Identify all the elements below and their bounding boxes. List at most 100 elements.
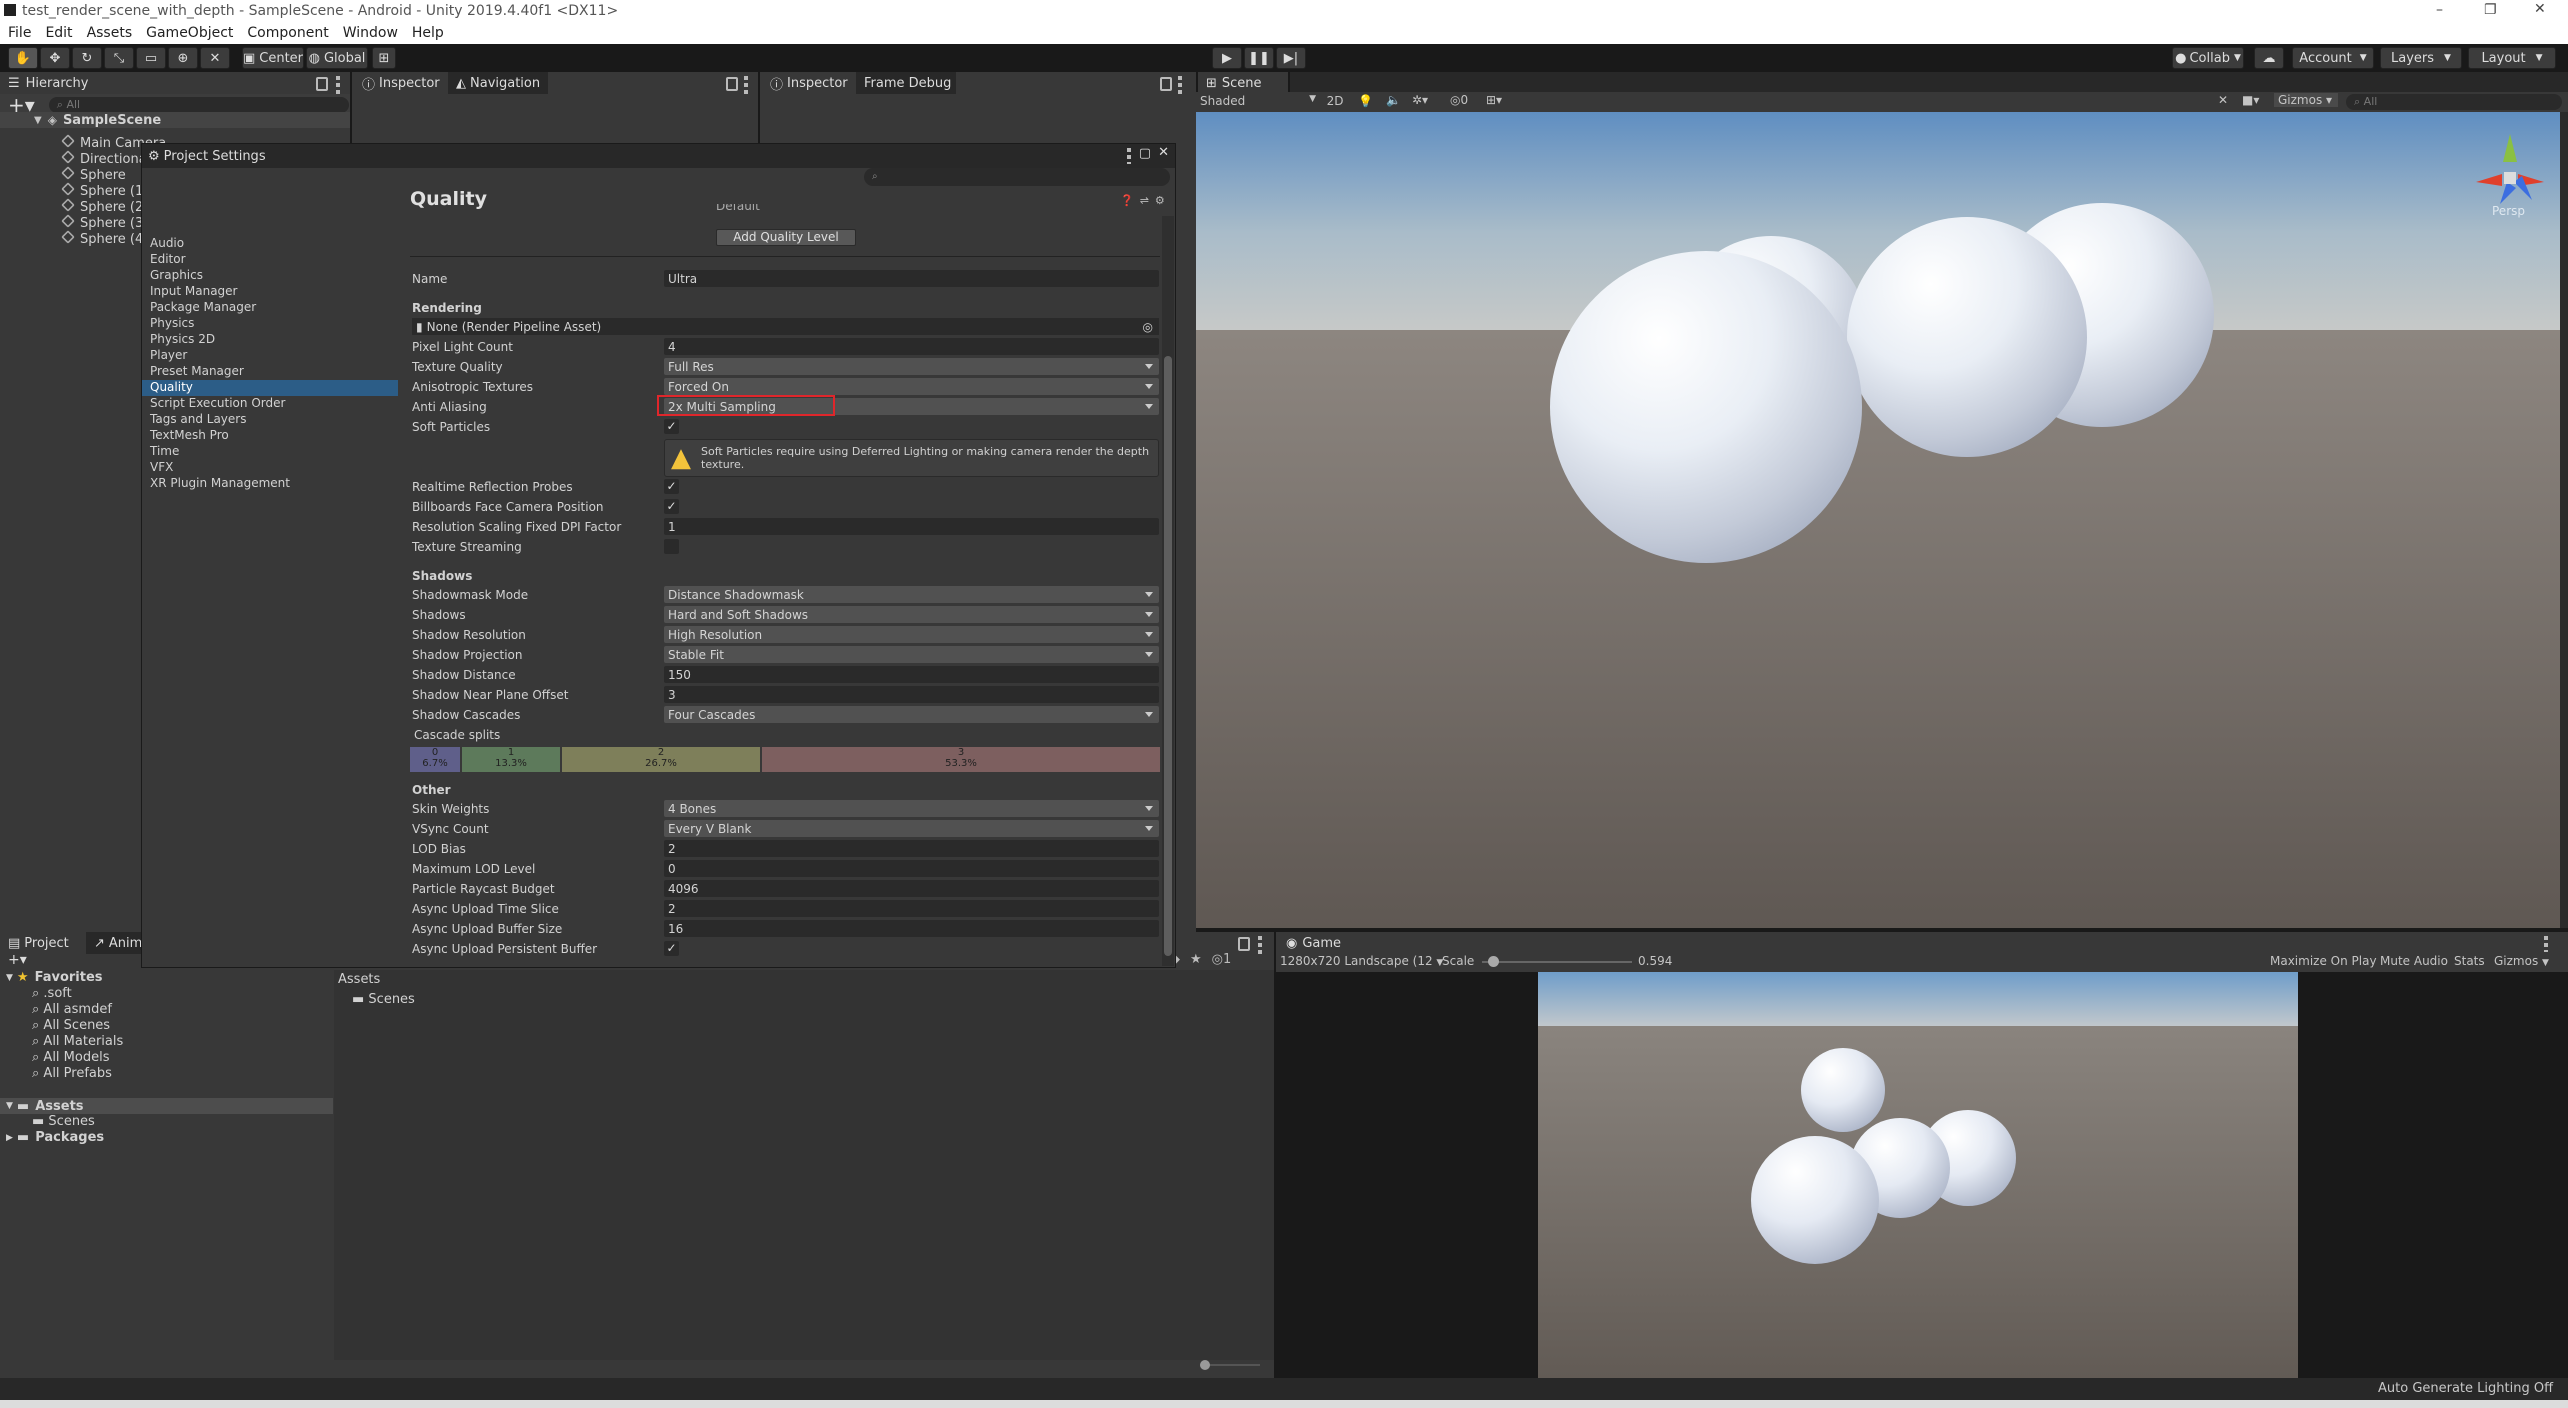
- settings-search-input[interactable]: ⌕: [864, 168, 1170, 186]
- async-upload-buffer-size-field[interactable]: 16: [664, 920, 1159, 937]
- texture-quality-dropdown[interactable]: Full Res: [664, 358, 1159, 375]
- icon-size-slider[interactable]: [1200, 1360, 1260, 1370]
- tab-inspector-right[interactable]: ⓘ Inspector: [762, 72, 852, 94]
- name-field[interactable]: Ultra: [664, 270, 1159, 287]
- scale-tool-button[interactable]: ⤡: [104, 47, 134, 69]
- camera-icon[interactable]: ■▾: [2242, 93, 2259, 107]
- category-audio[interactable]: Audio: [142, 236, 398, 252]
- favorites-header[interactable]: ▼ ★ Favorites: [6, 970, 103, 985]
- category-input-manager[interactable]: Input Manager: [142, 284, 398, 300]
- menu-window[interactable]: Window: [343, 25, 398, 41]
- pause-button[interactable]: ❚❚: [1244, 47, 1274, 69]
- add-asset-button[interactable]: +▾: [8, 952, 27, 968]
- tab-frame-debug[interactable]: Frame Debug: [856, 72, 956, 94]
- tree-folder-scenes[interactable]: ▬ Scenes: [32, 1114, 95, 1129]
- scene-scrollbar[interactable]: [2560, 112, 2568, 928]
- scene-viewport[interactable]: [1196, 112, 2560, 928]
- object-picker-icon[interactable]: ◎: [1143, 320, 1153, 334]
- assets-tree-header[interactable]: ▼ ▬ Assets: [0, 1098, 333, 1114]
- gizmos-dropdown[interactable]: Gizmos ▾: [2274, 93, 2338, 107]
- render-pipeline-field[interactable]: ▮ None (Render Pipeline Asset) ◎: [412, 318, 1159, 335]
- maximize-button[interactable]: ❐: [2484, 2, 2497, 18]
- gear-icon[interactable]: ⚙: [1155, 194, 1165, 207]
- shading-mode-dropdown[interactable]: Shaded ▼: [1200, 94, 1316, 110]
- pivot-center-button[interactable]: ▣ Center: [242, 47, 304, 69]
- hierarchy-item-sphere-3[interactable]: Sphere (3): [61, 208, 148, 231]
- hierarchy-item-sphere-2[interactable]: Sphere (2): [61, 192, 148, 215]
- shadows-dropdown[interactable]: Hard and Soft Shadows: [664, 606, 1159, 623]
- add-quality-level-button[interactable]: Add Quality Level: [716, 229, 856, 246]
- scale-slider[interactable]: [1482, 956, 1632, 967]
- shadow-resolution-dropdown[interactable]: High Resolution: [664, 626, 1159, 643]
- cascade-split-1[interactable]: 1 13.3%: [462, 747, 560, 772]
- slider-thumb[interactable]: [1200, 1360, 1210, 1370]
- effects-icon[interactable]: ✲▾: [1412, 93, 1428, 107]
- hierarchy-search-input[interactable]: ⌕ All: [48, 97, 349, 113]
- particle-raycast-budget-field[interactable]: 4096: [664, 880, 1159, 897]
- lock-icon[interactable]: [316, 77, 328, 91]
- snap-button[interactable]: ⊞: [372, 47, 396, 69]
- project-breadcrumb[interactable]: Assets: [338, 972, 380, 987]
- vsync-count-dropdown[interactable]: Every V Blank: [664, 820, 1159, 837]
- more-options-icon[interactable]: [1127, 148, 1131, 164]
- preset-icon[interactable]: ⇌: [1140, 194, 1149, 207]
- lock-icon[interactable]: [1160, 77, 1172, 91]
- play-button[interactable]: ▶: [1212, 47, 1242, 69]
- menu-help[interactable]: Help: [412, 25, 444, 41]
- pixel-light-count-field[interactable]: 4: [664, 338, 1159, 355]
- category-physics-2d[interactable]: Physics 2D: [142, 332, 398, 348]
- settings-scrollbar[interactable]: [1162, 216, 1174, 966]
- slider-thumb[interactable]: [1487, 956, 1499, 967]
- custom-tool-button[interactable]: ✕: [200, 47, 230, 69]
- expand-arrow-icon[interactable]: ▼: [34, 115, 42, 126]
- favorite-item[interactable]: ⌕ All Materials: [32, 1034, 123, 1049]
- space-global-button[interactable]: ◍ Global: [306, 47, 368, 69]
- hierarchy-item-directional[interactable]: Directional: [61, 144, 150, 167]
- folder-item-scenes[interactable]: ▬ Scenes: [352, 992, 415, 1007]
- resolution-scaling-field[interactable]: 1: [664, 518, 1159, 535]
- category-vfx[interactable]: VFX: [142, 460, 398, 476]
- move-tool-button[interactable]: ✥: [40, 47, 70, 69]
- category-player[interactable]: Player: [142, 348, 398, 364]
- collab-dropdown[interactable]: ● Collab ▼: [2172, 47, 2244, 69]
- scrollbar-thumb[interactable]: [1164, 356, 1172, 956]
- category-quality[interactable]: Quality: [142, 380, 398, 396]
- shadow-cascades-dropdown[interactable]: Four Cascades: [664, 706, 1159, 723]
- more-options-icon[interactable]: [744, 76, 748, 94]
- rect-tool-button[interactable]: ▭: [136, 47, 166, 69]
- cloud-button[interactable]: ☁: [2254, 47, 2284, 69]
- account-dropdown[interactable]: Account ▼: [2292, 47, 2374, 69]
- maximize-icon[interactable]: ▢: [1139, 146, 1151, 161]
- project-settings-titlebar[interactable]: ⚙ Project Settings ▢ ✕: [142, 144, 1175, 168]
- billboards-face-camera-checkbox[interactable]: ✓: [664, 499, 679, 514]
- stats-toggle[interactable]: Stats: [2454, 954, 2485, 968]
- game-viewport[interactable]: [1538, 972, 2298, 1378]
- shadow-projection-dropdown[interactable]: Stable Fit: [664, 646, 1159, 663]
- hierarchy-item-sphere-4[interactable]: Sphere (4): [61, 224, 148, 247]
- more-options-icon[interactable]: [1178, 76, 1182, 94]
- hidden-count-icon[interactable]: ◎1: [1212, 952, 1232, 967]
- lock-icon[interactable]: [726, 77, 738, 91]
- transform-tool-button[interactable]: ⊕: [168, 47, 198, 69]
- menu-edit[interactable]: Edit: [45, 25, 72, 41]
- layers-dropdown[interactable]: Layers ▼: [2380, 47, 2462, 69]
- tab-hierarchy[interactable]: ☰ Hierarchy: [0, 72, 120, 94]
- async-upload-persistent-buffer-checkbox[interactable]: ✓: [664, 941, 679, 956]
- soft-particles-checkbox[interactable]: ✓: [664, 419, 679, 434]
- lod-bias-field[interactable]: 2: [664, 840, 1159, 857]
- async-upload-time-slice-field[interactable]: 2: [664, 900, 1159, 917]
- close-window-button[interactable]: ✕: [2534, 1, 2546, 17]
- category-textmesh-pro[interactable]: TextMesh Pro: [142, 428, 398, 444]
- shadow-distance-field[interactable]: 150: [664, 666, 1159, 683]
- hierarchy-item-main-camera[interactable]: Main Camera: [61, 128, 166, 151]
- game-gizmos-dropdown[interactable]: Gizmos ▼: [2494, 954, 2549, 968]
- favorite-item[interactable]: ⌕ All asmdef: [32, 1002, 112, 1017]
- menu-gameobject[interactable]: GameObject: [146, 25, 233, 41]
- packages-tree-header[interactable]: ▶ ▬ Packages: [6, 1130, 104, 1145]
- category-time[interactable]: Time: [142, 444, 398, 460]
- anisotropic-textures-dropdown[interactable]: Forced On: [664, 378, 1159, 395]
- tab-game[interactable]: ◉ Game: [1278, 932, 1358, 954]
- hierarchy-item-sphere-1[interactable]: Sphere (1): [61, 176, 148, 199]
- category-package-manager[interactable]: Package Manager: [142, 300, 398, 316]
- hidden-objects-icon[interactable]: ◎0: [1450, 93, 1468, 107]
